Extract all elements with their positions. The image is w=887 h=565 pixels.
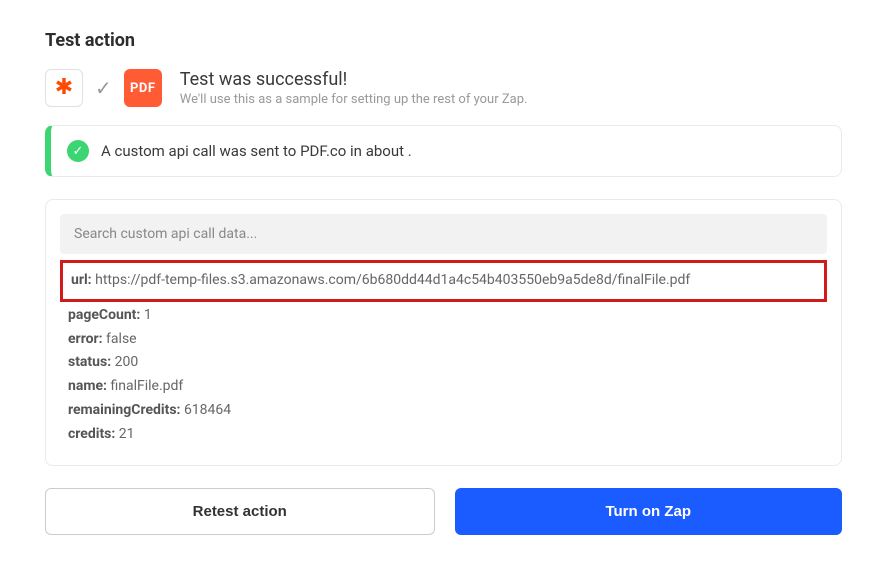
status-message: A custom api call was sent to PDF.co in … [101, 142, 412, 160]
section-title: Test action [45, 30, 842, 51]
data-row: name: finalFile.pdf [68, 375, 819, 399]
url-highlight: url: https://pdf-temp-files.s3.amazonaws… [60, 260, 827, 302]
asterisk-icon: ✱ [55, 77, 73, 99]
data-key: name: [68, 378, 107, 394]
data-key: credits: [68, 426, 115, 442]
data-key: status: [68, 354, 111, 370]
result-card: Search custom api call data... url: http… [45, 199, 842, 466]
data-row: pageCount: 1 [68, 304, 819, 328]
data-value: 1 [140, 307, 151, 323]
turn-on-zap-button[interactable]: Turn on Zap [455, 488, 843, 535]
data-value: 21 [115, 426, 134, 442]
status-banner: ✓ A custom api call was sent to PDF.co i… [45, 125, 842, 177]
data-value: false [103, 331, 137, 347]
test-success-title: Test was successful! [180, 69, 528, 90]
data-list: pageCount: 1error: falsestatus: 200name:… [60, 304, 827, 451]
data-row: credits: 21 [68, 423, 819, 447]
success-check-icon: ✓ [67, 140, 89, 162]
pdfco-app-icon: PDF [124, 69, 162, 107]
data-value: 618464 [180, 402, 231, 418]
data-row-url: url: https://pdf-temp-files.s3.amazonaws… [71, 269, 816, 293]
data-key: url: [71, 272, 92, 288]
search-input[interactable]: Search custom api call data... [60, 214, 827, 254]
test-success-subtitle: We'll use this as a sample for setting u… [180, 92, 528, 107]
zapier-app-icon: ✱ [45, 69, 83, 107]
test-header-row: ✱ ✓ PDF Test was successful! We'll use t… [45, 69, 842, 107]
data-row: error: false [68, 328, 819, 352]
data-key: error: [68, 331, 103, 347]
retest-button[interactable]: Retest action [45, 488, 435, 535]
data-key: pageCount: [68, 307, 140, 323]
action-buttons: Retest action Turn on Zap [45, 488, 842, 535]
data-row: remainingCredits: 618464 [68, 399, 819, 423]
data-key: remainingCredits: [68, 402, 180, 418]
check-icon: ✓ [95, 76, 112, 100]
data-row: status: 200 [68, 351, 819, 375]
data-value: 200 [111, 354, 138, 370]
data-value: finalFile.pdf [107, 378, 183, 394]
data-value: https://pdf-temp-files.s3.amazonaws.com/… [95, 272, 690, 288]
